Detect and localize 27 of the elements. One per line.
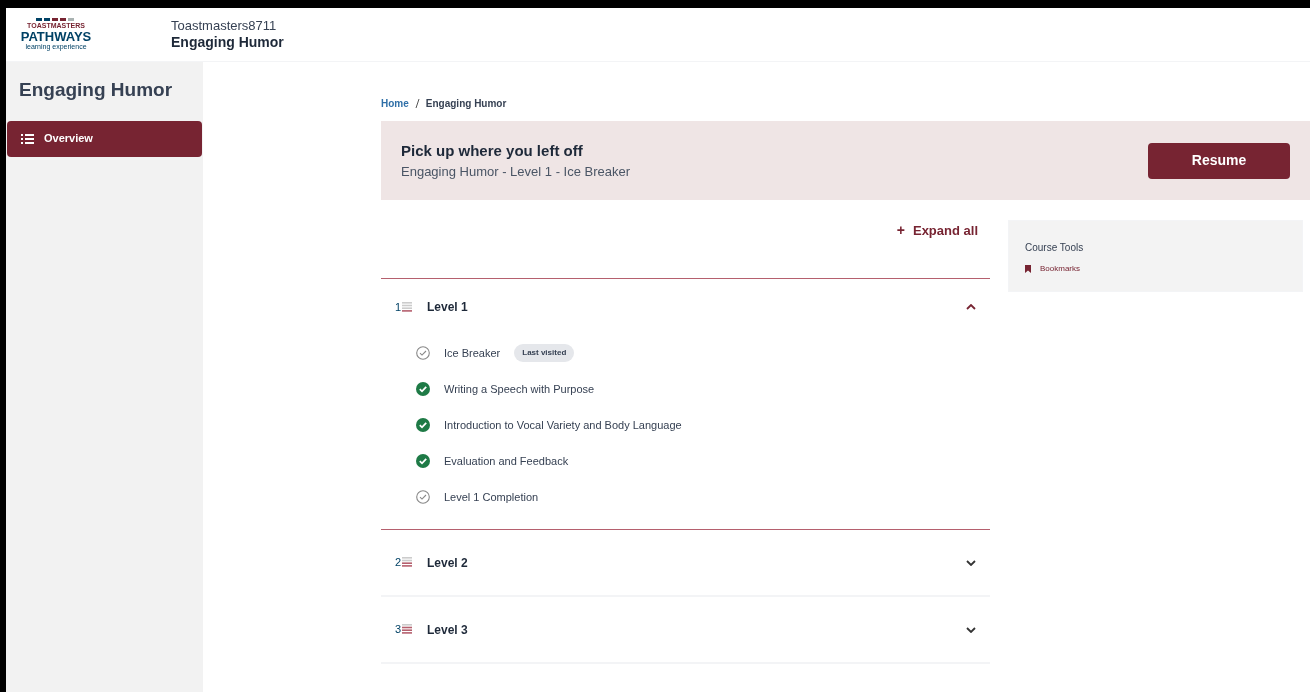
expand-all-button[interactable]: + Expand all [896,220,978,241]
chevron-up-icon [966,304,976,310]
banner-subtitle: Engaging Humor - Level 1 - Ice Breaker [401,163,631,181]
course-title: Engaging Humor [171,33,284,52]
breadcrumb-current: Engaging Humor [425,97,507,111]
lesson-link[interactable]: Evaluation and Feedback [444,452,569,470]
breadcrumb-link[interactable]: Home [381,96,409,111]
breadcrumb-separator-icon [414,99,420,108]
chevron-down-icon [966,626,976,633]
chevron-down-icon [966,559,976,566]
lesson-link[interactable]: Introduction to Vocal Variety and Body Language [444,416,682,434]
last-visited-badge: Last visited [514,344,575,362]
bookmarks-link[interactable]: Bookmarks [1025,263,1286,275]
course-tools-title: Course Tools [1025,241,1085,255]
level-header[interactable]: 3 Level 3 [381,597,990,662]
sidebar-item[interactable]: Overview [7,120,202,157]
lesson-link[interactable]: Writing a Speech with Purpose [444,380,595,398]
club-name: Toastmasters8711 [171,17,278,34]
list-icon [21,133,34,144]
level-header[interactable]: 1 Level 1 [381,279,990,335]
sidebar-title: Engaging Humor [18,78,174,102]
banner-title: Pick up where you left off [401,140,584,161]
lesson-link[interactable]: Level 1 Completion [444,488,539,506]
resume-button[interactable]: Resume [1148,142,1290,179]
level-header[interactable]: 2 Level 2 [381,530,990,595]
bookmark-icon [1025,265,1031,273]
lesson-link[interactable]: Ice Breaker [444,344,501,362]
